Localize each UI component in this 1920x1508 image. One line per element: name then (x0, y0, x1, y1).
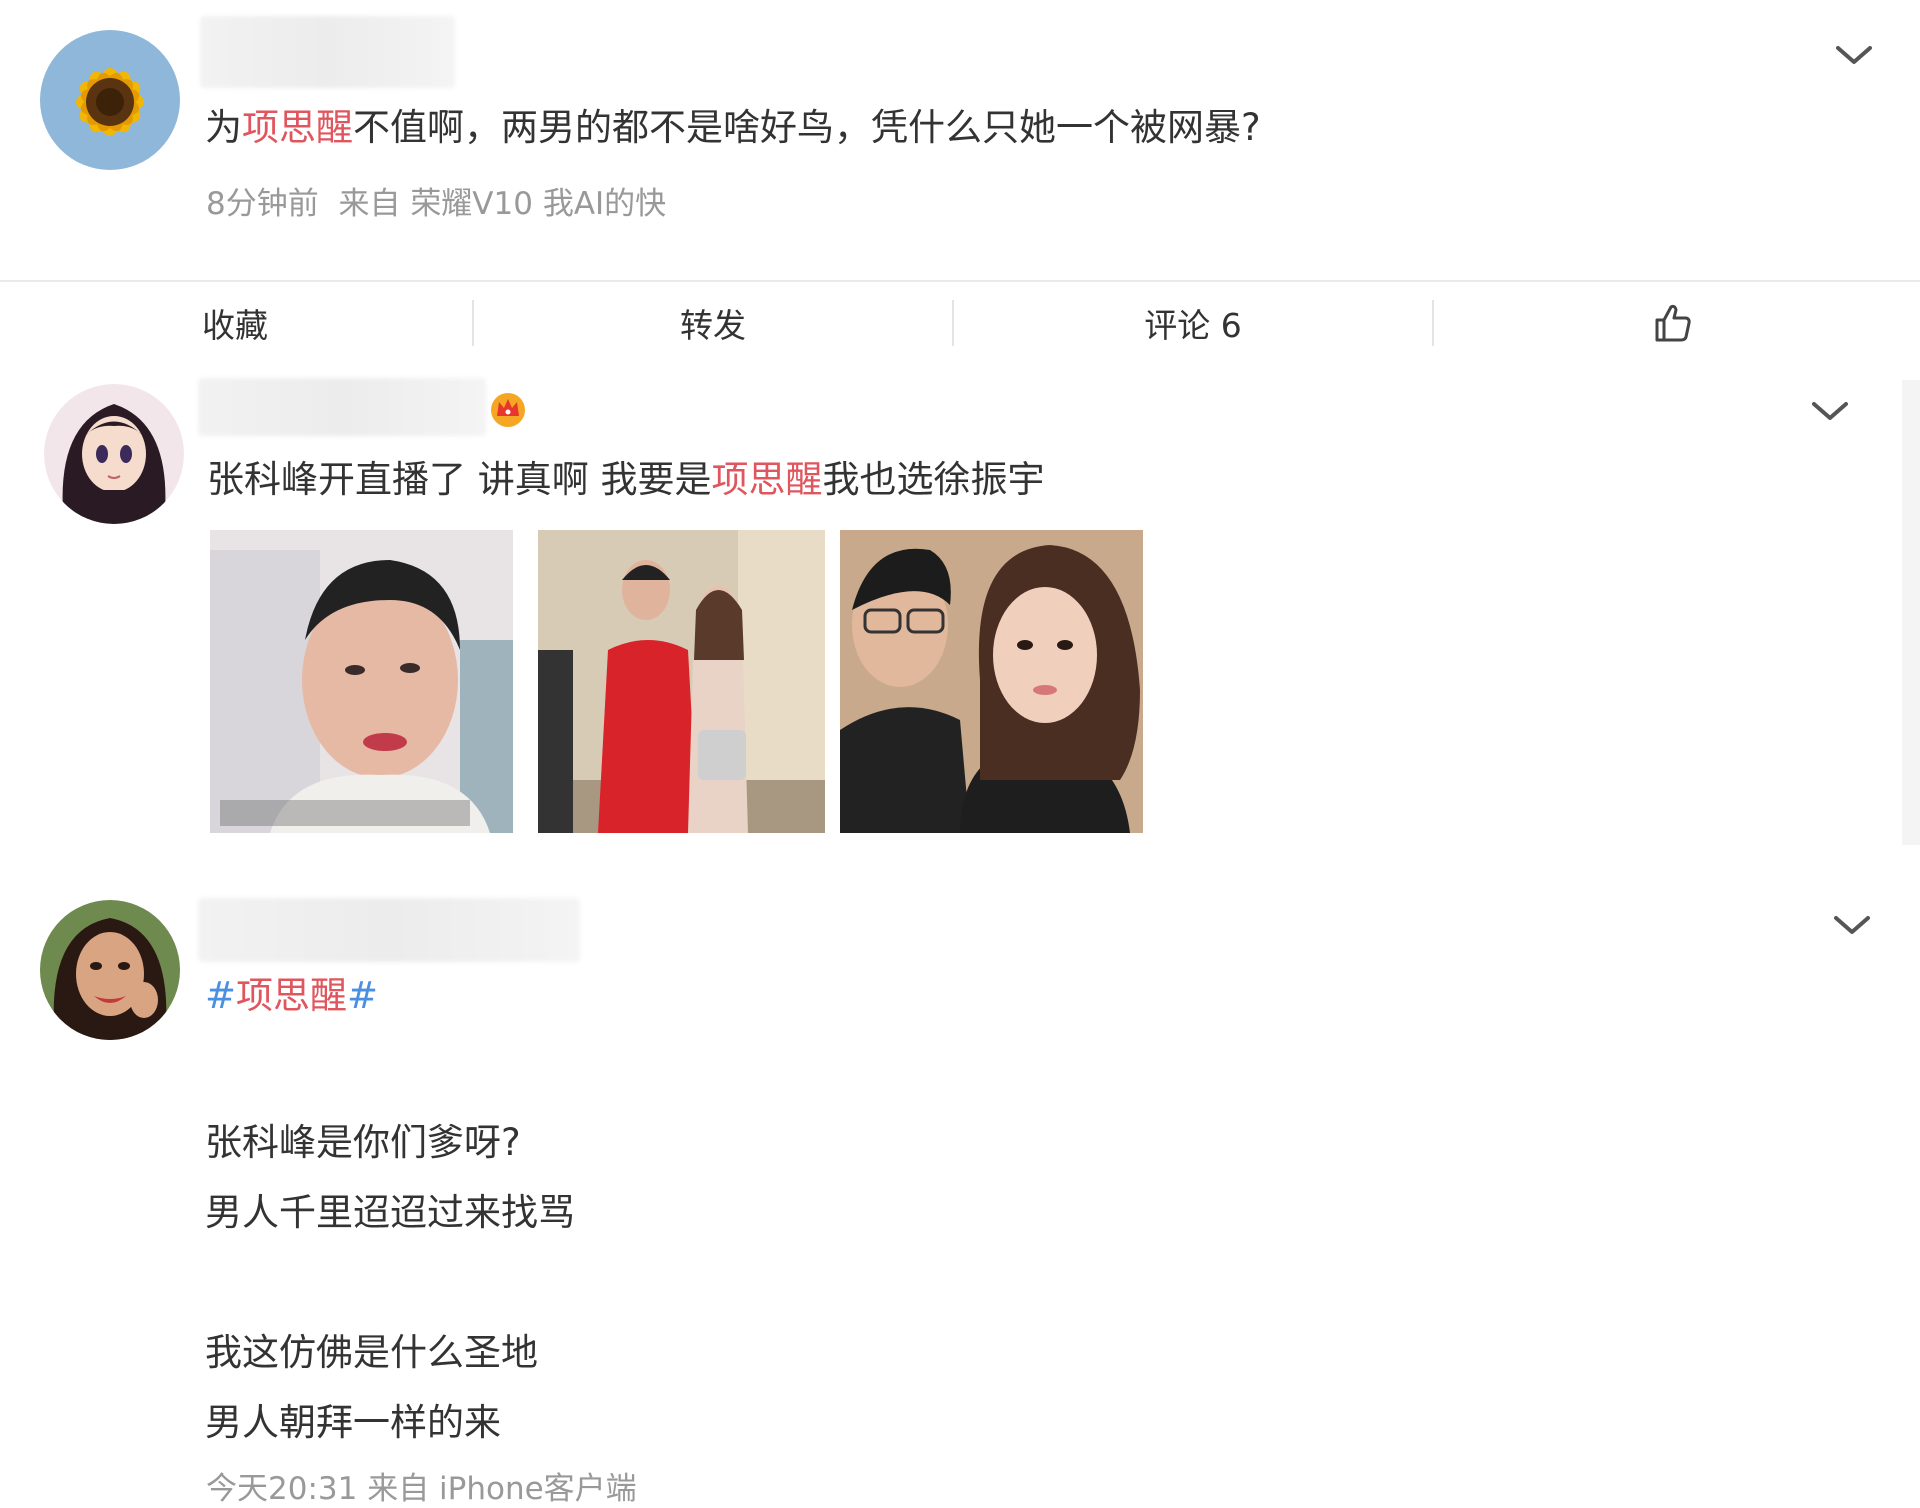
chevron-down-icon[interactable] (1806, 392, 1854, 432)
post-text: 张科峰开直播了 讲真啊 我要是项思醒我也选徐振宇 (207, 456, 1045, 504)
post-meta: 8分钟前 来自 荣耀V10 我AI的快 (206, 178, 666, 223)
post-line: 男人朝拜一样的来 (205, 1401, 501, 1444)
couple-selfie-thumbnail (840, 530, 1143, 833)
favorite-button[interactable]: 收藏 (120, 282, 350, 364)
source-label: 来自 (338, 186, 401, 222)
repost-button[interactable]: 转发 (474, 282, 952, 364)
red-suit-couple-thumbnail (538, 530, 825, 833)
post-source[interactable]: 荣耀V10 我AI的快 (410, 186, 666, 222)
comment-label: 评论 6 (1144, 306, 1242, 345)
post-image[interactable] (840, 530, 1143, 833)
user-avatar[interactable] (40, 30, 180, 170)
action-bar: 收藏 转发 评论 6 (0, 280, 1920, 364)
chevron-down-icon[interactable] (1828, 906, 1876, 946)
text-segment: 我也选徐振宇 (822, 458, 1045, 501)
favorite-label: 收藏 (202, 306, 268, 345)
username-redacted (198, 378, 486, 436)
highlight-name[interactable]: 项思醒 (242, 106, 353, 149)
post-time[interactable]: 8分钟前 (206, 186, 319, 222)
text-segment: 为 (205, 106, 242, 149)
thumbs-up-icon (1655, 304, 1691, 342)
post-meta-partial: 今天20:31 来自 iPhone客户端 (206, 1471, 637, 1507)
hashtag-mark: # (205, 974, 237, 1017)
post-text: 为项思醒不值啊，两男的都不是啥好鸟，凭什么只她一个被网暴? (205, 104, 1261, 152)
sunflower-avatar (40, 30, 180, 170)
post-line: 张科峰是你们爹呀? (205, 1121, 521, 1164)
username-redacted (200, 16, 455, 88)
text-segment: 不值啊，两男的都不是啥好鸟，凭什么只她一个被网暴? (353, 106, 1261, 149)
woman-avatar (40, 900, 180, 1040)
hashtag-text: 项思醒 (236, 974, 348, 1017)
highlight-name[interactable]: 项思醒 (712, 458, 823, 501)
anime-girl-avatar (44, 384, 184, 524)
text-segment: 张科峰开直播了 讲真啊 我要是 (207, 458, 712, 501)
user-avatar[interactable] (44, 384, 184, 524)
crown-icon (488, 388, 528, 428)
post-image[interactable] (538, 530, 825, 833)
post-line: 男人千里迢迢过来找骂 (205, 1191, 575, 1234)
repost-label: 转发 (680, 306, 746, 345)
chevron-down-icon[interactable] (1830, 36, 1878, 76)
hashtag-link[interactable]: #项思醒# (205, 972, 378, 1020)
like-button[interactable] (1434, 282, 1912, 364)
livestream-selfie-thumbnail (210, 530, 513, 833)
post-line: 我这仿佛是什么圣地 (205, 1331, 538, 1374)
post-image[interactable] (210, 530, 513, 833)
scrollbar-track[interactable] (1902, 380, 1920, 845)
comment-button[interactable]: 评论 6 (954, 282, 1432, 364)
user-avatar[interactable] (40, 900, 180, 1040)
hashtag-mark: # (347, 974, 379, 1017)
username-redacted (198, 898, 580, 962)
